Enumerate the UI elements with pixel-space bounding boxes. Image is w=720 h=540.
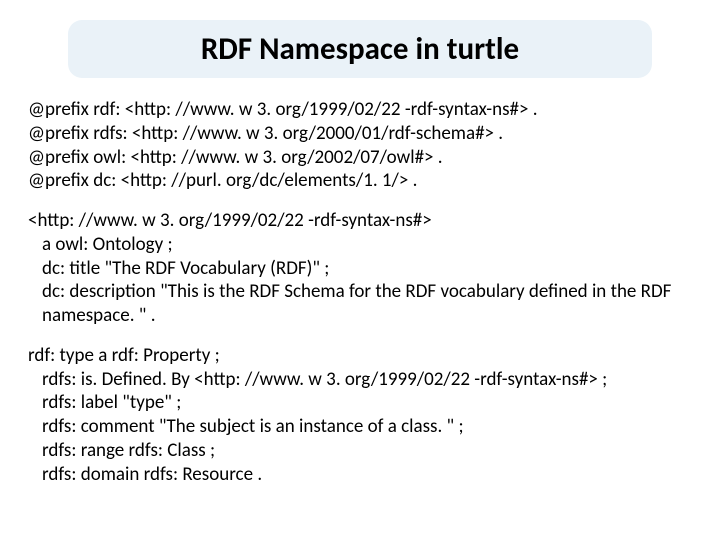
ontology-block: <http: //www. w 3. org/1999/02/22 -rdf-s… (28, 209, 692, 328)
slide: RDF Namespace in turtle @prefix rdf: <ht… (0, 0, 720, 540)
code-line: rdfs: domain rdfs: Resource . (28, 463, 692, 487)
code-line: @prefix rdfs: <http: //www. w 3. org/200… (28, 122, 692, 146)
code-line: rdf: type a rdf: Property ; (28, 344, 692, 368)
code-line: dc: title "The RDF Vocabulary (RDF)" ; (28, 257, 692, 281)
code-line: a owl: Ontology ; (28, 233, 692, 257)
code-line: rdfs: label "type" ; (28, 391, 692, 415)
code-line: rdfs: comment "The subject is an instanc… (28, 415, 692, 439)
slide-title: RDF Namespace in turtle (90, 30, 630, 68)
code-line: @prefix dc: <http: //purl. org/dc/elemen… (28, 169, 692, 193)
code-line: dc: description "This is the RDF Schema … (28, 280, 692, 304)
code-line: @prefix owl: <http: //www. w 3. org/2002… (28, 146, 692, 170)
code-line: <http: //www. w 3. org/1999/02/22 -rdf-s… (28, 209, 692, 233)
code-line: @prefix rdf: <http: //www. w 3. org/1999… (28, 98, 692, 122)
code-line: namespace. " . (28, 304, 692, 328)
property-block: rdf: type a rdf: Property ; rdfs: is. De… (28, 344, 692, 487)
code-line: rdfs: is. Defined. By <http: //www. w 3.… (28, 368, 692, 392)
prefix-block: @prefix rdf: <http: //www. w 3. org/1999… (28, 98, 692, 193)
code-line: rdfs: range rdfs: Class ; (28, 439, 692, 463)
title-box: RDF Namespace in turtle (68, 20, 652, 78)
